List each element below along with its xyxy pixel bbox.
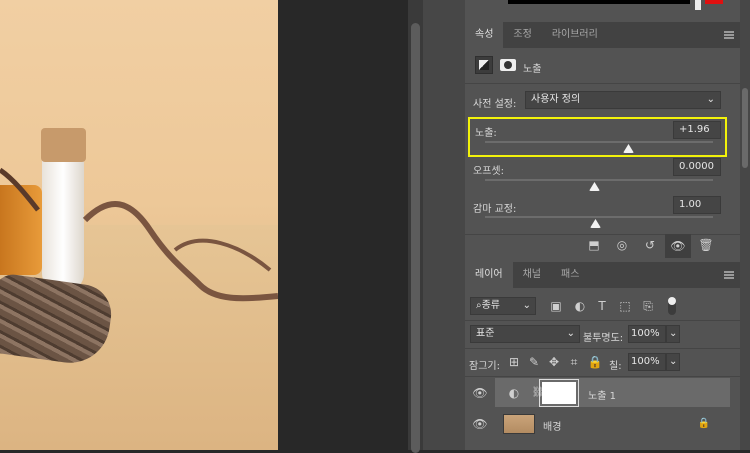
- color-swatch[interactable]: [705, 0, 723, 4]
- opacity-input[interactable]: 100%: [628, 325, 666, 343]
- filter-adjustment-icon[interactable]: ◐: [571, 297, 589, 315]
- panel-scrollbar[interactable]: [740, 0, 750, 450]
- exposure-label: 노출:: [475, 128, 497, 139]
- fill-input[interactable]: 100%: [628, 353, 666, 371]
- opacity-dropdown[interactable]: ⌄: [666, 325, 680, 343]
- adjustment-type-label: 노출: [523, 64, 542, 75]
- panel-dock-strip: [423, 0, 465, 450]
- toggle-visibility-button[interactable]: 👁: [665, 234, 691, 258]
- lock-all-icon[interactable]: 🔒: [586, 353, 604, 371]
- chevron-down-icon: ⌄: [522, 300, 531, 311]
- preset-dropdown[interactable]: 사용자 정의 ⌄: [525, 91, 721, 109]
- gamma-input[interactable]: 1.00: [673, 196, 721, 214]
- color-bar: [508, 0, 690, 4]
- gamma-slider-handle[interactable]: [590, 219, 601, 228]
- photo-branch: [0, 167, 278, 302]
- fill-label: 칠:: [609, 361, 622, 372]
- lock-paint-icon[interactable]: ✎: [525, 353, 543, 371]
- layer-name[interactable]: 배경: [543, 418, 561, 433]
- preset-value: 사용자 정의: [531, 94, 581, 105]
- tab-properties[interactable]: 속성: [465, 22, 504, 48]
- layer-mask-thumbnail[interactable]: [539, 379, 579, 407]
- foreground-swatch[interactable]: [695, 0, 701, 10]
- layers-menu-icon[interactable]: [724, 271, 734, 279]
- eye-icon: 👁: [670, 239, 686, 253]
- mask-icon[interactable]: [500, 59, 516, 71]
- lock-label: 잠그기:: [469, 361, 500, 372]
- tab-adjustments[interactable]: 조정: [503, 22, 541, 48]
- canvas-image[interactable]: [0, 0, 278, 450]
- lock-position-icon[interactable]: ✥: [545, 353, 563, 371]
- view-previous-state-icon[interactable]: ◎: [613, 236, 631, 254]
- layers-tabs: 레이어 채널 패스: [465, 262, 740, 288]
- fill-dropdown[interactable]: ⌄: [666, 353, 680, 371]
- exposure-slider[interactable]: [485, 141, 713, 143]
- adjustment-layer-icon: ◐: [508, 386, 520, 400]
- exposure-input[interactable]: +1.96: [673, 121, 721, 139]
- clip-to-layer-icon[interactable]: ⬒: [585, 236, 603, 254]
- trash-icon[interactable]: 🗑: [697, 236, 715, 254]
- opacity-label: 불투명도:: [583, 333, 624, 344]
- right-panel: 속성 조정 라이브러리 노출 사전 설정: 사용자 정의 ⌄ 노출: +1.96 …: [465, 0, 740, 450]
- lock-artboard-icon[interactable]: ⌗: [565, 353, 583, 371]
- layer-filter-dropdown[interactable]: ⌕종류 ⌄: [470, 297, 536, 315]
- properties-tabs: 속성 조정 라이브러리: [465, 22, 740, 48]
- layer-name[interactable]: 노출 1: [588, 387, 616, 402]
- lock-transparency-icon[interactable]: ⊞: [505, 353, 523, 371]
- gamma-label: 감마 교정:: [473, 204, 517, 215]
- layer-row[interactable]: 👁 배경 🔒: [465, 409, 730, 438]
- filter-pixel-icon[interactable]: ▣: [547, 297, 565, 315]
- filter-toggle[interactable]: [668, 297, 676, 315]
- tab-paths[interactable]: 패스: [551, 262, 589, 288]
- tab-layers[interactable]: 레이어: [465, 262, 513, 288]
- gamma-slider[interactable]: [485, 216, 713, 218]
- chevron-down-icon: ⌄: [706, 94, 715, 105]
- tab-channels[interactable]: 채널: [513, 262, 551, 288]
- offset-slider-handle[interactable]: [589, 182, 600, 191]
- eye-icon[interactable]: 👁: [471, 384, 489, 402]
- scrollbar-thumb[interactable]: [742, 88, 748, 168]
- blend-mode-dropdown[interactable]: 표준 ⌄: [470, 325, 580, 343]
- canvas-scrollbar[interactable]: [408, 0, 423, 453]
- filter-value: 종류: [481, 300, 501, 311]
- blend-mode-value: 표준: [476, 328, 495, 339]
- reset-icon[interactable]: ↺: [641, 236, 659, 254]
- chevron-down-icon: ⌄: [566, 328, 575, 339]
- eye-icon[interactable]: 👁: [471, 415, 489, 433]
- layer-row[interactable]: 👁 ◐ ⛓ 노출 1: [465, 378, 730, 407]
- panel-menu-icon[interactable]: [724, 31, 734, 39]
- filter-smart-object-icon[interactable]: ⎘: [639, 297, 657, 315]
- offset-slider[interactable]: [485, 179, 713, 181]
- lock-icon: 🔒: [697, 418, 711, 429]
- tab-libraries[interactable]: 라이브러리: [542, 22, 608, 48]
- layer-thumbnail: [503, 414, 535, 434]
- filter-shape-icon[interactable]: ⬚: [616, 297, 634, 315]
- offset-input[interactable]: 0.0000: [673, 158, 721, 176]
- filter-type-icon[interactable]: T: [593, 297, 611, 315]
- scrollbar-thumb[interactable]: [411, 23, 420, 453]
- preset-label: 사전 설정:: [473, 99, 517, 110]
- exposure-adjustment-icon[interactable]: [475, 56, 493, 74]
- offset-label: 오프셋:: [473, 166, 504, 177]
